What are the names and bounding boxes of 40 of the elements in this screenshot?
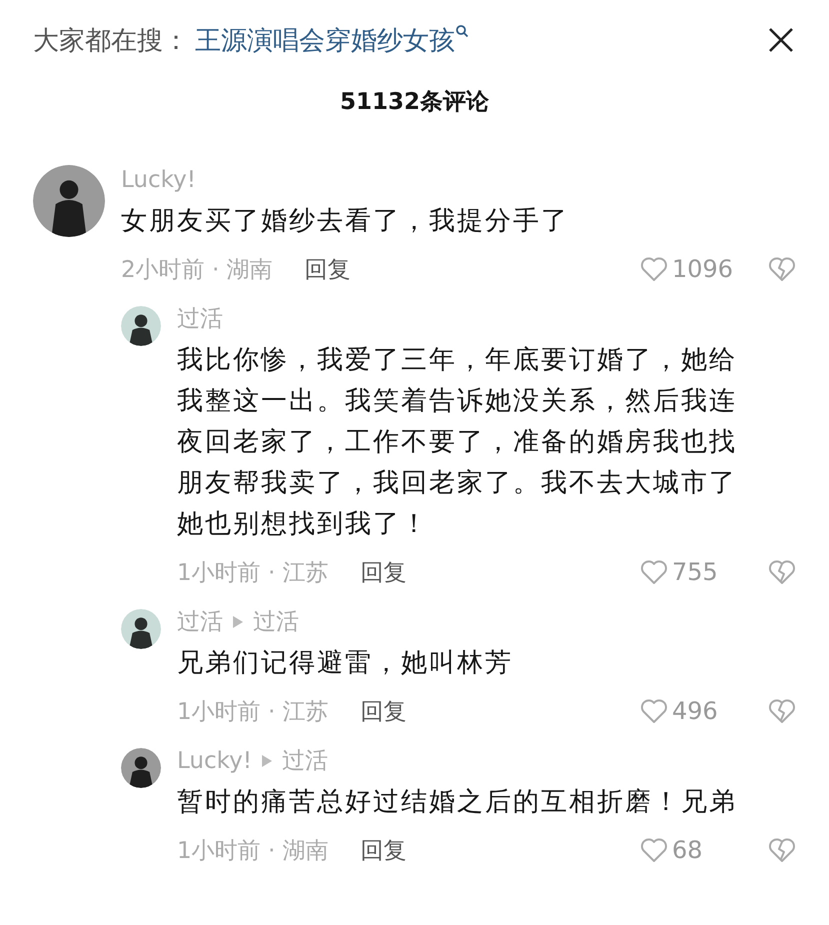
heart-icon[interactable] <box>640 256 668 282</box>
trending-label: 大家都在搜： <box>33 24 189 58</box>
comment-count: 51132条评论 <box>338 88 490 117</box>
heart-icon[interactable] <box>640 698 668 724</box>
avatar[interactable] <box>121 306 161 346</box>
comment-text: 女朋友买了婚纱去看了，我提分手了 <box>121 205 570 238</box>
broken-heart-icon[interactable] <box>768 256 796 282</box>
broken-heart-icon[interactable] <box>768 837 796 863</box>
reply-link[interactable]: 回复 <box>360 556 407 588</box>
reply-arrow-icon <box>262 755 272 767</box>
username[interactable]: Lucky! <box>177 746 252 776</box>
replied-username[interactable]: 过活 <box>282 746 328 776</box>
comment-time-location: 1小时前 · 湖南 <box>177 836 329 866</box>
avatar[interactable] <box>121 748 161 788</box>
heart-icon[interactable] <box>640 559 668 585</box>
broken-heart-icon[interactable] <box>768 698 796 724</box>
reply-link[interactable]: 回复 <box>360 834 407 866</box>
heart-icon[interactable] <box>640 837 668 863</box>
comment-time-location: 2小时前 · 湖南 <box>121 256 273 284</box>
like-count: 68 <box>672 836 704 864</box>
username[interactable]: 过活 <box>177 607 223 637</box>
like-count: 755 <box>672 558 719 586</box>
username[interactable]: 过活 <box>177 304 223 334</box>
broken-heart-icon[interactable] <box>768 559 796 585</box>
like-count: 496 <box>672 697 719 725</box>
comment-text: 我比你惨，我爱了三年，年底要订婚了，她给我整这一出。我笑着告诉她没关系，然后我连夜回老家了，工作不要了，准备的婚房我也找朋友帮我卖了，我回老家了。我不去大城市了她也别想找到我了！ <box>177 344 738 541</box>
reply-arrow-icon <box>233 616 243 628</box>
comment-text: 暂时的痛苦总好过结婚之后的互相折磨！兄弟 <box>177 786 738 819</box>
search-icon <box>455 24 469 40</box>
trending-search-link[interactable]: 王源演唱会穿婚纱女孩 <box>195 22 455 58</box>
replied-username[interactable]: 过活 <box>253 607 299 637</box>
reply-link[interactable]: 回复 <box>304 254 351 284</box>
like-count: 1096 <box>672 255 732 283</box>
comment-text: 兄弟们记得避雷，她叫林芳 <box>177 647 514 680</box>
comment-time-location: 1小时前 · 江苏 <box>177 558 329 588</box>
avatar[interactable] <box>121 609 161 649</box>
reply-link[interactable]: 回复 <box>360 696 407 726</box>
comment-time-location: 1小时前 · 江苏 <box>177 698 329 726</box>
username[interactable]: Lucky! <box>121 165 829 195</box>
close-icon[interactable] <box>767 26 795 54</box>
